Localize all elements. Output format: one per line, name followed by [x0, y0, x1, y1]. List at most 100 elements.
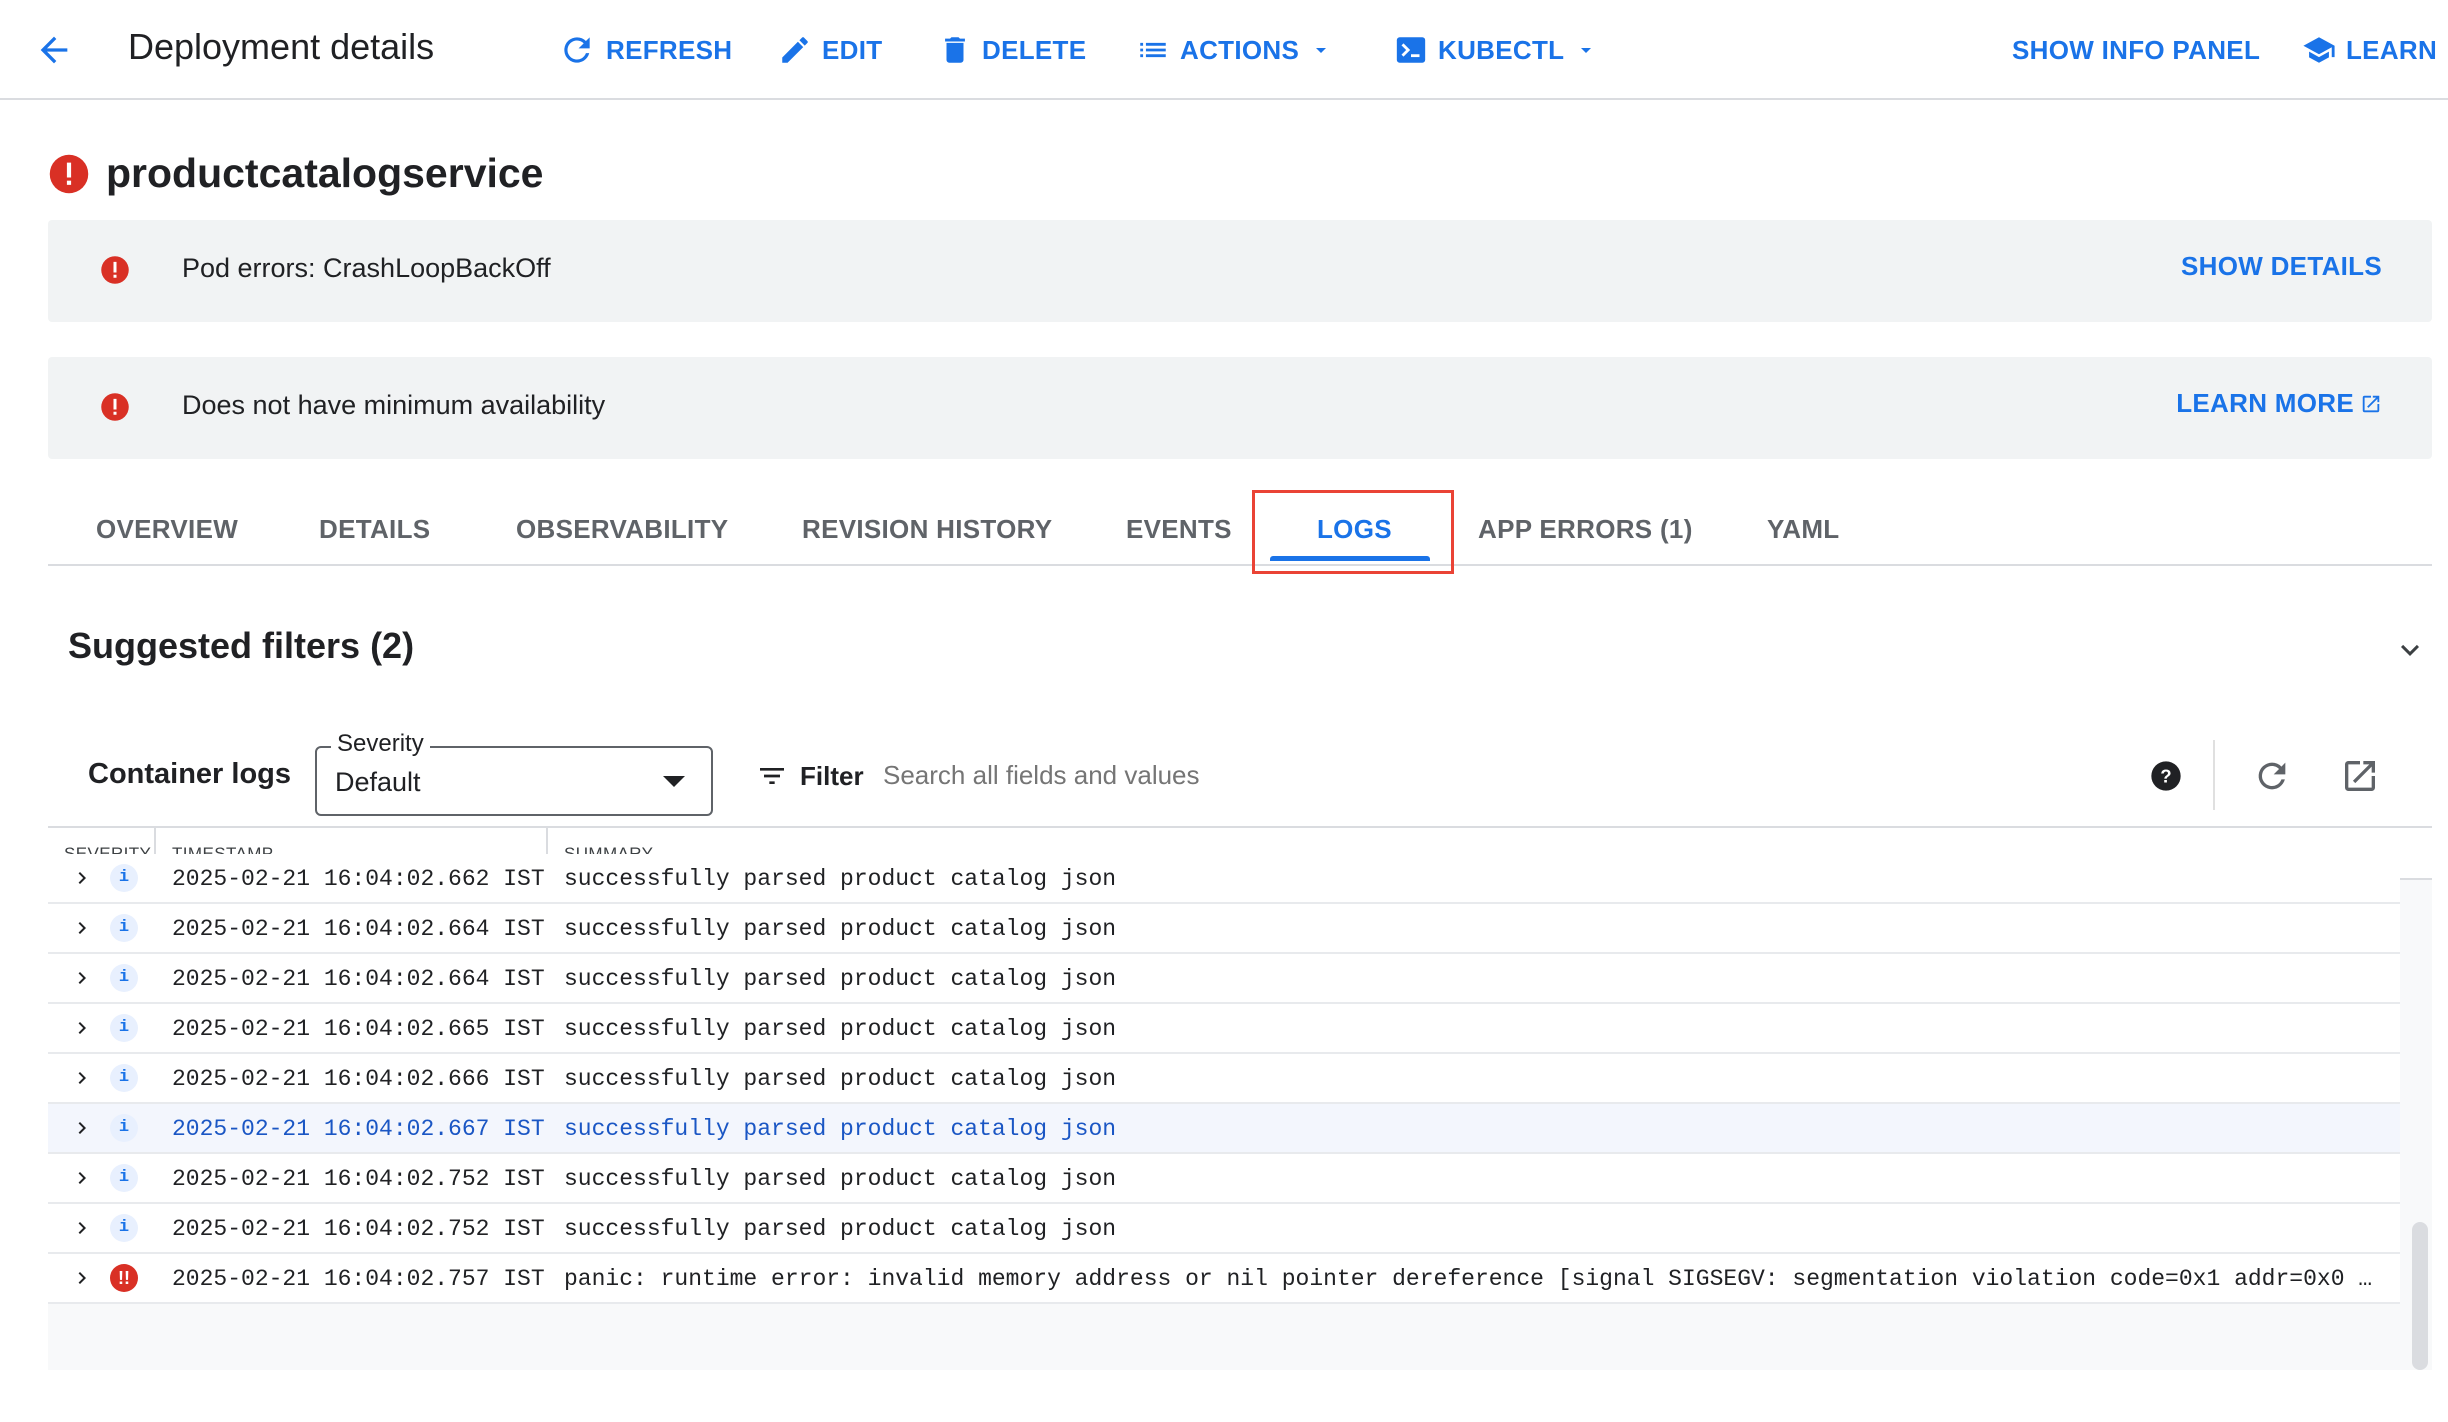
filter-button[interactable]: Filter [756, 760, 864, 792]
log-timestamp: 2025-02-21 16:04:02.752 IST [172, 1166, 545, 1192]
svg-text:?: ? [2160, 766, 2171, 787]
actions-menu-button[interactable]: ACTIONS [1136, 28, 1343, 72]
filter-label: Filter [800, 760, 864, 791]
log-timestamp: 2025-02-21 16:04:02.752 IST [172, 1216, 545, 1242]
delete-button[interactable]: DELETE [938, 28, 1086, 72]
show-info-panel-label: SHOW INFO PANEL [2012, 34, 2261, 65]
pod-errors-banner: Pod errors: CrashLoopBackOff SHOW DETAIL… [48, 220, 2432, 322]
severity-legend: Severity [331, 730, 430, 758]
log-summary: successfully parsed product catalog json [564, 1066, 1117, 1092]
info-severity-icon: i [110, 964, 138, 992]
table-row[interactable]: i 2025-02-21 16:04:02.665 IST successful… [48, 1004, 2400, 1054]
terminal-icon [1396, 37, 1426, 63]
chevron-right-icon[interactable] [70, 1116, 94, 1140]
resource-name: productcatalogservice [106, 150, 544, 196]
learn-more-label: LEARN MORE [2176, 388, 2354, 418]
logs-scrollbar[interactable] [2412, 1222, 2428, 1370]
chevron-right-icon[interactable] [70, 916, 94, 940]
dropdown-caret-icon [1316, 48, 1327, 53]
info-severity-icon: i [110, 1214, 138, 1242]
log-summary: successfully parsed product catalog json [564, 1116, 1117, 1142]
severity-select[interactable]: Severity Default [315, 730, 713, 816]
refresh-label: REFRESH [606, 34, 733, 65]
severity-value: Default [335, 767, 421, 797]
table-row[interactable]: i 2025-02-21 16:04:02.662 IST successful… [48, 854, 2400, 904]
help-icon[interactable]: ? [2150, 760, 2182, 797]
open-in-new-icon[interactable] [2340, 756, 2380, 801]
table-row[interactable]: i 2025-02-21 16:04:02.664 IST successful… [48, 954, 2400, 1004]
info-severity-icon: i [110, 914, 138, 942]
log-timestamp: 2025-02-21 16:04:02.757 IST [172, 1266, 545, 1292]
table-row[interactable]: i 2025-02-21 16:04:02.752 IST successful… [48, 1204, 2400, 1254]
tab-app-errors[interactable]: APP ERRORS (1) [1478, 514, 1693, 545]
error-icon [49, 154, 89, 193]
container-logs-label: Container logs [88, 758, 292, 790]
info-severity-icon: i [110, 1064, 138, 1092]
show-details-link[interactable]: SHOW DETAILS [2181, 251, 2382, 282]
log-summary: panic: runtime error: invalid memory add… [564, 1266, 2384, 1292]
banner-message: Does not have minimum availability [182, 390, 606, 420]
chevron-right-icon[interactable] [70, 1166, 94, 1190]
refresh-logs-icon[interactable] [2252, 756, 2292, 801]
toolbar-divider [2213, 740, 2215, 810]
top-toolbar: Deployment details REFRESH EDIT DELETE A… [0, 0, 2448, 100]
tab-overview[interactable]: OVERVIEW [96, 514, 238, 545]
kubectl-label: KUBECTL [1438, 34, 1565, 65]
logs-table: SEVERITY TIMESTAMP SUMMARY i 2025-02-21 … [48, 826, 2432, 1370]
tab-highlight-box [1252, 490, 1454, 574]
tab-yaml[interactable]: YAML [1767, 514, 1839, 545]
chevron-down-icon[interactable] [2392, 632, 2428, 673]
info-severity-icon: i [110, 1164, 138, 1192]
filter-list-icon [760, 768, 784, 784]
kubectl-menu-button[interactable]: KUBECTL [1394, 28, 1608, 72]
chevron-right-icon[interactable] [70, 1266, 94, 1290]
chevron-right-icon[interactable] [70, 866, 94, 890]
table-row[interactable]: i 2025-02-21 16:04:02.666 IST successful… [48, 1054, 2400, 1104]
table-row[interactable]: i 2025-02-21 16:04:02.752 IST successful… [48, 1154, 2400, 1204]
log-summary: successfully parsed product catalog json [564, 1216, 1117, 1242]
dropdown-caret-icon [1581, 48, 1592, 53]
actions-label: ACTIONS [1180, 34, 1300, 65]
back-arrow-icon[interactable] [34, 30, 74, 75]
log-timestamp: 2025-02-21 16:04:02.666 IST [172, 1066, 545, 1092]
log-search-input[interactable] [883, 760, 1583, 791]
log-summary: successfully parsed product catalog json [564, 1166, 1117, 1192]
page-title: Deployment details [128, 26, 435, 67]
refresh-icon [564, 37, 590, 63]
delete-label: DELETE [982, 34, 1087, 65]
refresh-button[interactable]: REFRESH [558, 28, 732, 72]
log-timestamp: 2025-02-21 16:04:02.667 IST [172, 1116, 545, 1142]
chevron-right-icon[interactable] [70, 1066, 94, 1090]
error-icon [101, 393, 129, 421]
school-icon [2303, 37, 2335, 63]
learn-more-link[interactable]: LEARN MORE [2176, 388, 2382, 419]
log-timestamp: 2025-02-21 16:04:02.664 IST [172, 916, 545, 942]
table-row[interactable]: i 2025-02-21 16:04:02.664 IST successful… [48, 904, 2400, 954]
log-timestamp: 2025-02-21 16:04:02.662 IST [172, 866, 545, 892]
log-summary: successfully parsed product catalog json [564, 966, 1117, 992]
tab-details[interactable]: DETAILS [319, 514, 430, 545]
tab-observability[interactable]: OBSERVABILITY [516, 514, 728, 545]
edit-button[interactable]: EDIT [778, 28, 882, 72]
availability-banner: Does not have minimum availability LEARN… [48, 357, 2432, 459]
tab-events[interactable]: EVENTS [1126, 514, 1232, 545]
learn-label: LEARN [2346, 34, 2438, 65]
tab-revision-history[interactable]: REVISION HISTORY [802, 514, 1052, 545]
show-info-panel-button[interactable]: SHOW INFO PANEL [2012, 28, 2260, 72]
error-icon [101, 256, 129, 284]
log-timestamp: 2025-02-21 16:04:02.665 IST [172, 1016, 545, 1042]
table-row[interactable]: !! 2025-02-21 16:04:02.757 IST panic: ru… [48, 1254, 2400, 1304]
table-row[interactable]: i 2025-02-21 16:04:02.667 IST successful… [48, 1104, 2400, 1154]
chevron-right-icon[interactable] [70, 966, 94, 990]
chevron-right-icon[interactable] [70, 1016, 94, 1040]
suggested-filters-title[interactable]: Suggested filters (2) [68, 625, 414, 667]
log-summary: successfully parsed product catalog json [564, 916, 1117, 942]
open-in-new-icon [2362, 395, 2380, 412]
tab-bar: OVERVIEW DETAILS OBSERVABILITY REVISION … [48, 490, 2432, 566]
banner-message: Pod errors: CrashLoopBackOff [182, 253, 551, 283]
learn-button[interactable]: LEARN [2302, 28, 2437, 72]
pencil-icon [782, 37, 808, 63]
dropdown-caret-icon [663, 776, 685, 787]
trash-icon [945, 37, 965, 63]
chevron-right-icon[interactable] [70, 1216, 94, 1240]
